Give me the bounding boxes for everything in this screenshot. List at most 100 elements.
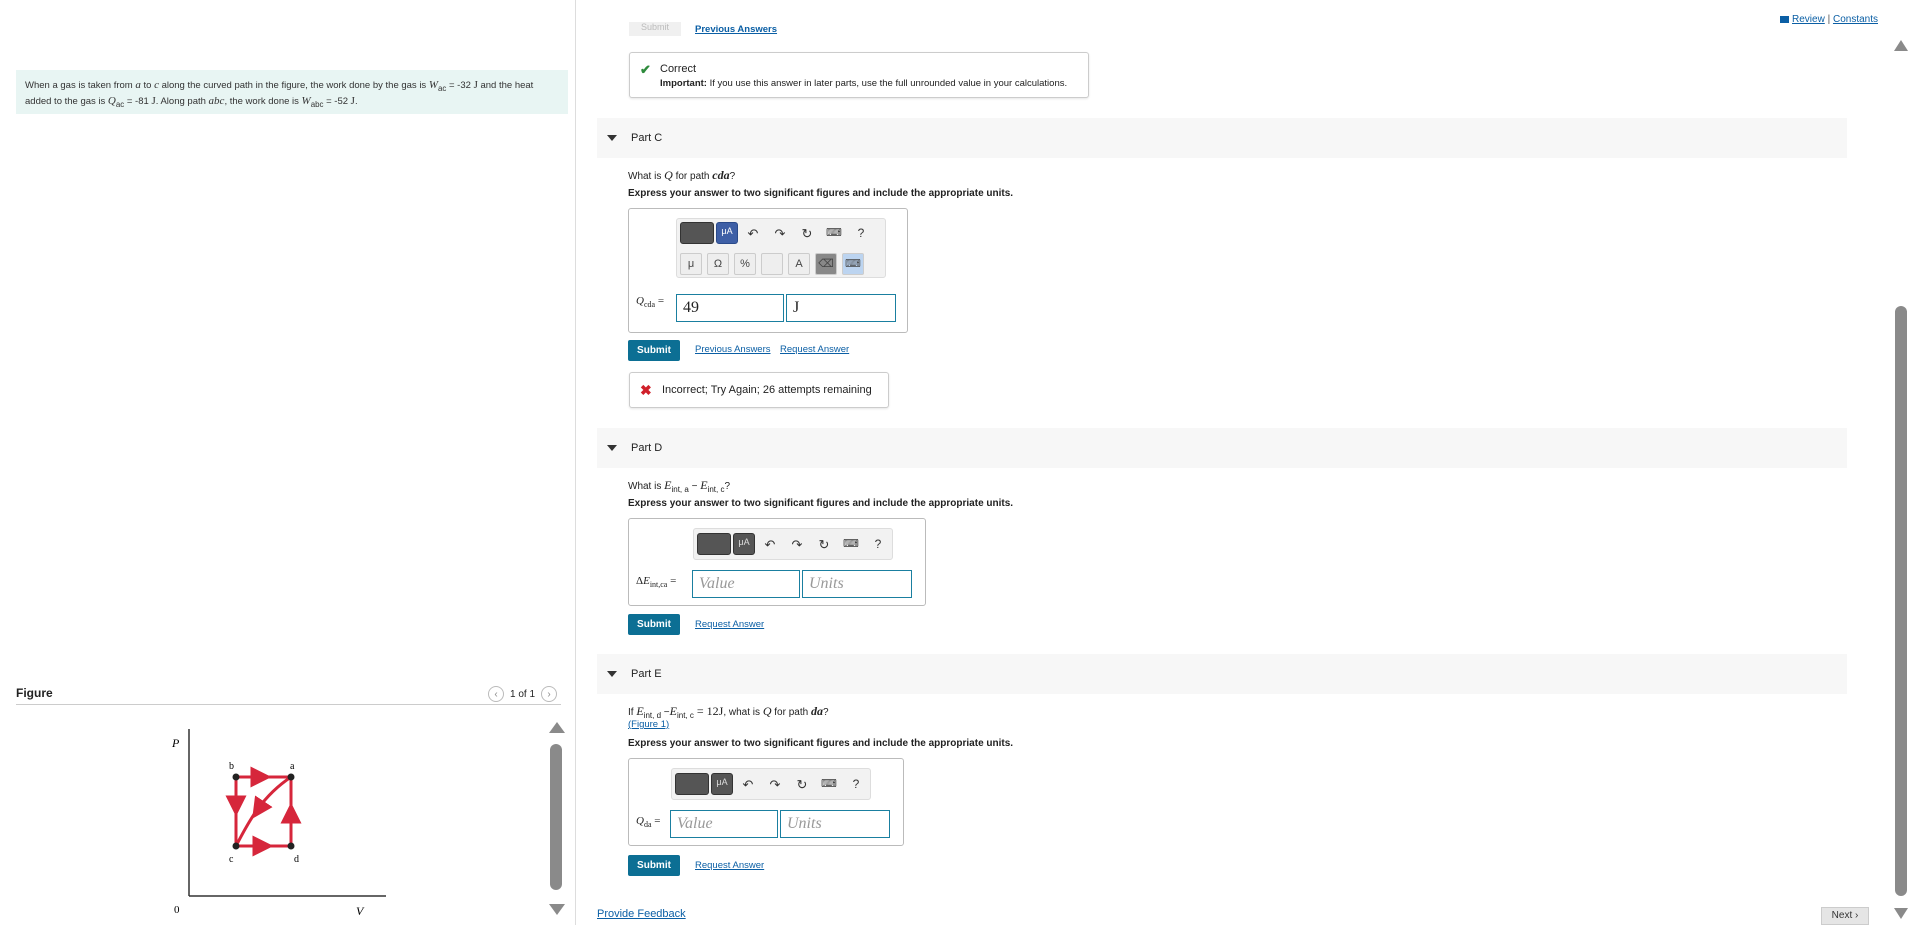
problem-text: . Along path [155, 95, 209, 107]
part-d-header[interactable]: Part D [597, 428, 1847, 468]
x-icon: ✖ [640, 382, 652, 398]
questions-pane: Review | Constants Submit Previous Answe… [577, 0, 1912, 925]
redo-icon[interactable]: ↷ [789, 537, 805, 553]
figure-viewer: P V 0 b a c d [16, 704, 561, 924]
angstrom-button[interactable]: A [788, 253, 810, 275]
point-d [287, 842, 295, 850]
page-scroll-down-arrow[interactable] [1894, 908, 1908, 919]
q-text: ? [729, 171, 736, 182]
review-link[interactable]: Review [1792, 14, 1825, 25]
keyboard-icon[interactable]: ⌨ [826, 226, 842, 239]
q-text: What is [628, 171, 665, 182]
heat-symbol: Q [107, 94, 116, 107]
part-c-request-answer-link[interactable]: Request Answer [780, 344, 849, 355]
part-e-submit-button[interactable]: Submit [628, 855, 680, 876]
figure-next-button[interactable]: › [541, 686, 558, 702]
e-subscript: int, a [671, 485, 689, 494]
important-label: Important: [660, 78, 707, 89]
problem-text: to [140, 80, 155, 91]
problem-pane: When a gas is taken from a to c along th… [0, 0, 576, 925]
origin-label: 0 [174, 904, 180, 916]
figure-prev-button[interactable]: ‹ [488, 686, 504, 702]
qda-value-input[interactable]: Value [670, 810, 778, 838]
v-axis-label: V [356, 904, 365, 918]
part-c-previous-answers-link[interactable]: Previous Answers [695, 344, 771, 355]
keyboard-icon[interactable]: ⌨ [843, 537, 859, 550]
qda-units-input[interactable]: Units [780, 810, 890, 838]
figure-scroll-up-arrow[interactable] [549, 722, 565, 733]
part-e-question: If Eint, d −Eint, c = 12J, what is Q for… [628, 704, 829, 720]
part-d-answer-box: μA ↶ ↷ ↻ ⌨ ? ΔEint,ca = Value Units [628, 518, 926, 606]
part-e-header[interactable]: Part E [597, 654, 1847, 694]
q-text: ? [724, 481, 731, 492]
mu-button[interactable]: μ [680, 253, 702, 275]
undo-icon[interactable]: ↶ [745, 226, 761, 242]
qcda-value-input[interactable]: 49 [676, 294, 784, 322]
reset-icon[interactable]: ↻ [816, 537, 832, 553]
part-d-question: What is Eint, a − Eint, c? [628, 478, 730, 494]
units-button[interactable]: μA [733, 533, 755, 555]
help-button[interactable]: ? [853, 226, 869, 240]
part-c-instruction: Express your answer to two significant f… [628, 188, 1014, 199]
units-button[interactable]: μA [716, 222, 738, 244]
ohm-button[interactable]: Ω [707, 253, 729, 275]
units-button[interactable]: μA [711, 773, 733, 795]
templates-button[interactable] [675, 773, 709, 795]
q-text: for path [672, 171, 713, 182]
part-c-header[interactable]: Part C [597, 118, 1847, 158]
page-scrollbar-thumb[interactable] [1895, 306, 1907, 896]
point-c [232, 842, 240, 850]
figure-title: Figure [16, 686, 53, 700]
delete-icon[interactable]: ⌫ [815, 253, 837, 275]
constants-link[interactable]: Constants [1833, 14, 1878, 25]
collapse-triangle-icon[interactable] [607, 671, 617, 677]
delta-eint-units-input[interactable]: Units [802, 570, 912, 598]
part-c-answer-box: μA ↶ ↷ ↻ ⌨ ? μ Ω % A ⌫ ⌨ Qcda = 49 J [628, 208, 908, 333]
keyboard-toggle-icon[interactable]: ⌨ [842, 253, 864, 275]
part-c-submit-button[interactable]: Submit [628, 340, 680, 361]
part-d-instruction: Express your answer to two significant f… [628, 498, 1014, 509]
label-eq: = [651, 815, 661, 827]
collapse-triangle-icon[interactable] [607, 135, 617, 141]
percent-button[interactable]: % [734, 253, 756, 275]
collapse-triangle-icon[interactable] [607, 445, 617, 451]
q-text: ? [822, 707, 829, 718]
blank-button[interactable] [761, 253, 783, 275]
part-b-submit-button[interactable]: Submit [629, 22, 681, 36]
label-subscript: da [643, 820, 652, 830]
e-symbol: E [669, 704, 677, 718]
part-e-request-answer-link[interactable]: Request Answer [695, 860, 764, 871]
undo-icon[interactable]: ↶ [740, 777, 756, 793]
templates-button[interactable] [697, 533, 731, 555]
help-button[interactable]: ? [848, 777, 864, 791]
q-path: da [810, 704, 823, 718]
provide-feedback-link[interactable]: Provide Feedback [597, 908, 686, 920]
important-text: If you use this answer in later parts, u… [706, 78, 1068, 89]
work-symbol: W [428, 79, 438, 91]
work-subscript: abc [310, 99, 324, 109]
keyboard-icon[interactable]: ⌨ [821, 777, 837, 790]
part-b-previous-answers-link[interactable]: Previous Answers [695, 24, 777, 35]
undo-icon[interactable]: ↶ [762, 537, 778, 553]
review-book-icon [1780, 15, 1789, 23]
delta-eint-value-input[interactable]: Value [692, 570, 800, 598]
redo-icon[interactable]: ↷ [767, 777, 783, 793]
p-axis-label: P [171, 736, 180, 750]
figure-scroll-down-arrow[interactable] [549, 904, 565, 915]
next-button[interactable]: Next › [1821, 907, 1869, 925]
page-scroll-up-arrow[interactable] [1894, 40, 1908, 51]
problem-text: , the work done is [224, 95, 302, 107]
part-d-request-answer-link[interactable]: Request Answer [695, 619, 764, 630]
figure-1-link[interactable]: (Figure 1) [628, 719, 669, 730]
reset-icon[interactable]: ↻ [799, 226, 815, 242]
help-button[interactable]: ? [870, 537, 886, 551]
top-links: Review | Constants [1780, 14, 1878, 25]
templates-button[interactable] [680, 222, 714, 244]
part-d-submit-button[interactable]: Submit [628, 614, 680, 635]
correct-note: Important: If you use this answer in lat… [660, 78, 1067, 89]
reset-icon[interactable]: ↻ [794, 777, 810, 793]
redo-icon[interactable]: ↷ [772, 226, 788, 242]
qcda-units-input[interactable]: J [786, 294, 896, 322]
pv-diagram: P V 0 b a c d [171, 729, 386, 918]
figure-scrollbar-thumb[interactable] [550, 744, 562, 890]
